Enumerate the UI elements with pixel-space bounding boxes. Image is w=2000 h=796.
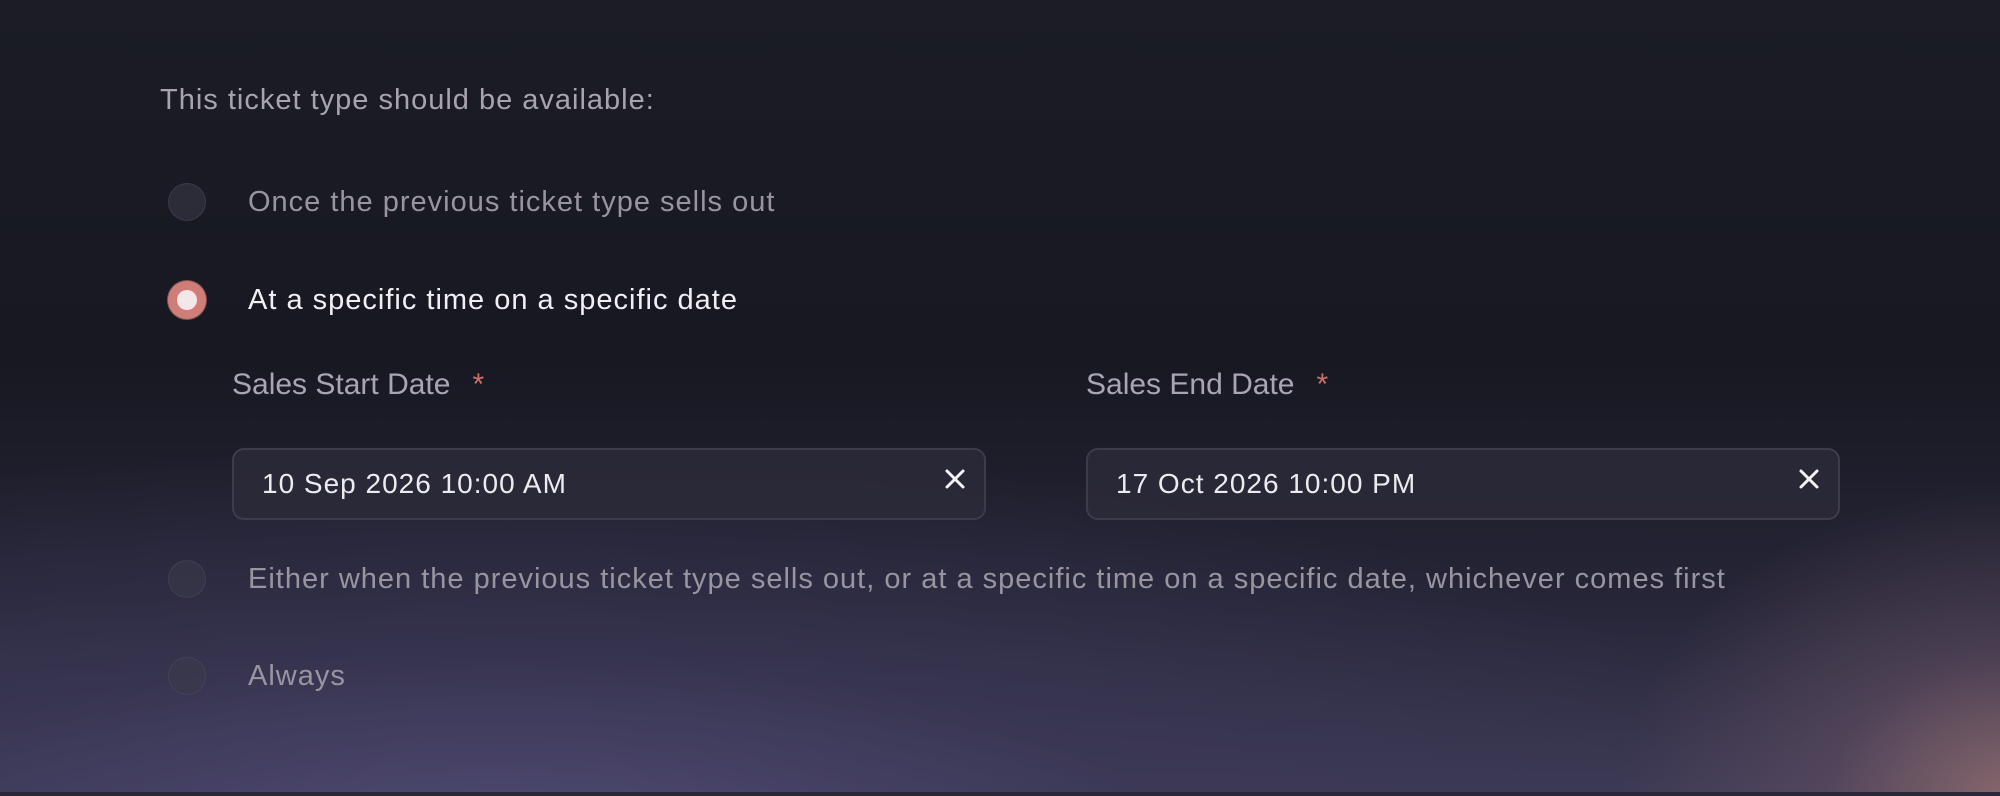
option-previous-sells-out[interactable]: Once the previous ticket type sells out [168, 182, 775, 222]
sales-start-date-input[interactable]: 10 Sep 2026 10:00 AM [232, 448, 986, 520]
option-always[interactable]: Always [168, 656, 346, 696]
required-marker: * [472, 368, 485, 401]
option-label: Either when the previous ticket type sel… [248, 562, 1726, 595]
bottom-divider [0, 792, 2000, 796]
radio-previous-sells-out[interactable] [168, 183, 206, 221]
availability-question: This ticket type should be available: [160, 84, 655, 116]
sales-start-label: Sales Start Date * [232, 368, 484, 402]
option-label: At a specific time on a specific date [248, 283, 738, 316]
radio-selected-dot [177, 290, 197, 310]
required-marker: * [1316, 368, 1329, 401]
sales-end-label: Sales End Date * [1086, 368, 1328, 402]
option-label: Always [248, 659, 346, 692]
close-icon[interactable] [940, 464, 970, 494]
close-icon[interactable] [1794, 464, 1824, 494]
radio-always[interactable] [168, 657, 206, 695]
sales-end-date-value: 17 Oct 2026 10:00 PM [1116, 468, 1417, 499]
sales-start-date-value: 10 Sep 2026 10:00 AM [262, 468, 567, 499]
sales-end-date-input[interactable]: 17 Oct 2026 10:00 PM [1086, 448, 1840, 520]
option-either-first[interactable]: Either when the previous ticket type sel… [168, 559, 1726, 599]
radio-specific-date[interactable] [168, 281, 206, 319]
radio-either-first[interactable] [168, 560, 206, 598]
option-label: Once the previous ticket type sells out [248, 185, 776, 218]
sales-end-label-text: Sales End Date [1086, 368, 1295, 401]
option-specific-date[interactable]: At a specific time on a specific date [168, 280, 738, 320]
sales-start-label-text: Sales Start Date [232, 368, 451, 401]
